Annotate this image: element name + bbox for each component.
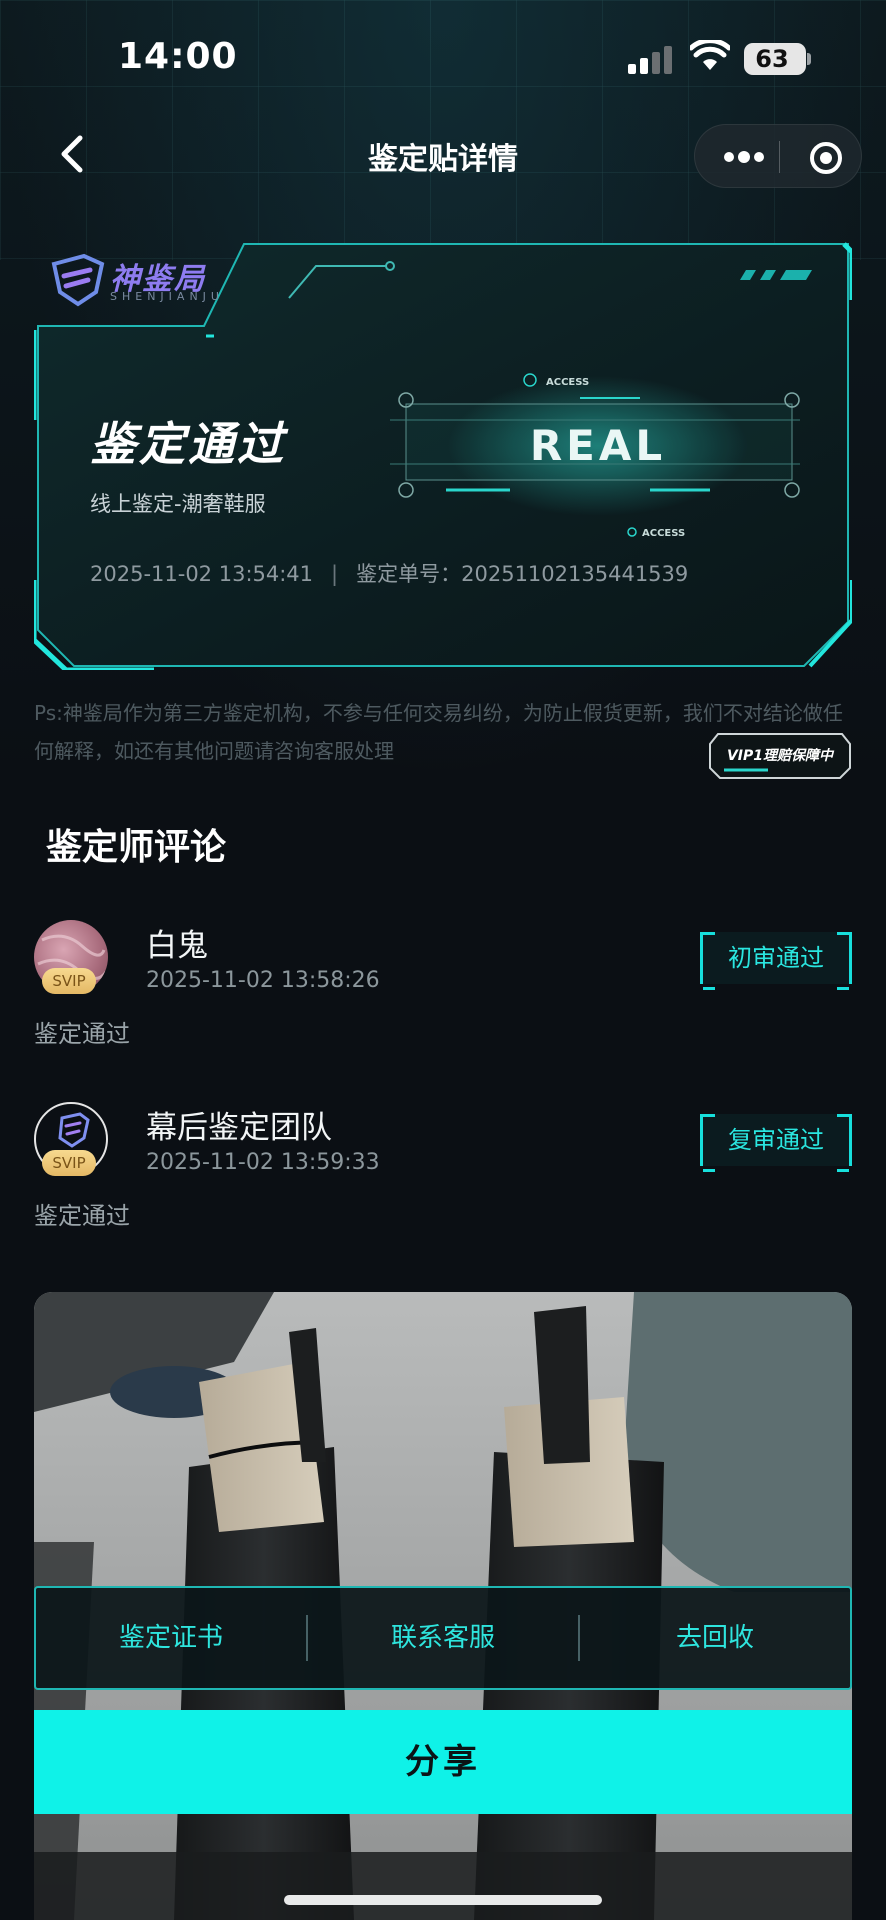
mini-program-capsule [694, 124, 862, 188]
comment-body: 鉴定通过 [34, 1020, 130, 1048]
recycle-button[interactable]: 去回收 [580, 1586, 850, 1690]
comment-item: SVIP 幕后鉴定团队 2025-11-02 13:59:33 鉴定通过 复审通… [34, 1102, 852, 1262]
comment-time: 2025-11-02 13:58:26 [146, 968, 380, 993]
stamp-text: 初审通过 [700, 932, 852, 984]
badge-access-bottom: ACCESS [642, 528, 685, 539]
wifi-icon [690, 40, 730, 70]
target-icon[interactable] [809, 141, 843, 175]
contact-service-button[interactable]: 联系客服 [308, 1586, 578, 1690]
battery-icon: 63 [744, 43, 806, 75]
meta-separator: | [331, 562, 339, 586]
real-badge: ACCESS ACCESS REAL [390, 373, 800, 539]
comment-author: 白鬼 [146, 928, 208, 964]
svip-badge: SVIP [42, 968, 96, 994]
comment-author: 幕后鉴定团队 [146, 1110, 332, 1146]
comment-item: SVIP 白鬼 2025-11-02 13:58:26 鉴定通过 初审通过 [34, 920, 852, 1080]
result-title: 鉴定通过 [90, 417, 286, 471]
order-number: 20251102135441539 [461, 562, 689, 586]
action-bar: 鉴定证书 联系客服 去回收 [34, 1586, 852, 1690]
svip-badge: SVIP [42, 1150, 96, 1176]
vip-guarantee-badge[interactable]: VIP1理赔保障中 [708, 730, 852, 780]
order-label: 鉴定单号： [356, 562, 462, 586]
section-title-comments: 鉴定师评论 [46, 827, 227, 868]
status-bar: 14:00 63 [0, 0, 886, 118]
home-indicator [284, 1895, 602, 1905]
review-stamp-second: 复审通过 [700, 1114, 852, 1172]
certificate-button[interactable]: 鉴定证书 [36, 1586, 306, 1690]
vip-badge-text: VIP1理赔保障中 [727, 747, 835, 764]
stamp-text: 复审通过 [700, 1114, 852, 1166]
capsule-divider [779, 141, 780, 173]
comment-body: 鉴定通过 [34, 1202, 130, 1230]
battery-tip [807, 53, 811, 65]
badge-access-top: ACCESS [546, 377, 589, 388]
result-category: 线上鉴定-潮奢鞋服 [90, 492, 266, 516]
share-button[interactable]: 分享 [34, 1710, 852, 1814]
logo-subtitle: SHENJIANJU [110, 290, 224, 303]
result-meta: 2025-11-02 13:54:41 | 鉴定单号：202511021354415… [90, 558, 688, 588]
badge-real-text: REAL [530, 421, 666, 470]
review-stamp-first: 初审通过 [700, 932, 852, 990]
more-dots-icon[interactable] [723, 147, 765, 167]
battery-level: 63 [755, 45, 789, 73]
result-datetime: 2025-11-02 13:54:41 [90, 562, 314, 586]
status-time: 14:00 [118, 36, 238, 77]
signal-icon [628, 46, 672, 74]
comment-time: 2025-11-02 13:59:33 [146, 1150, 380, 1175]
